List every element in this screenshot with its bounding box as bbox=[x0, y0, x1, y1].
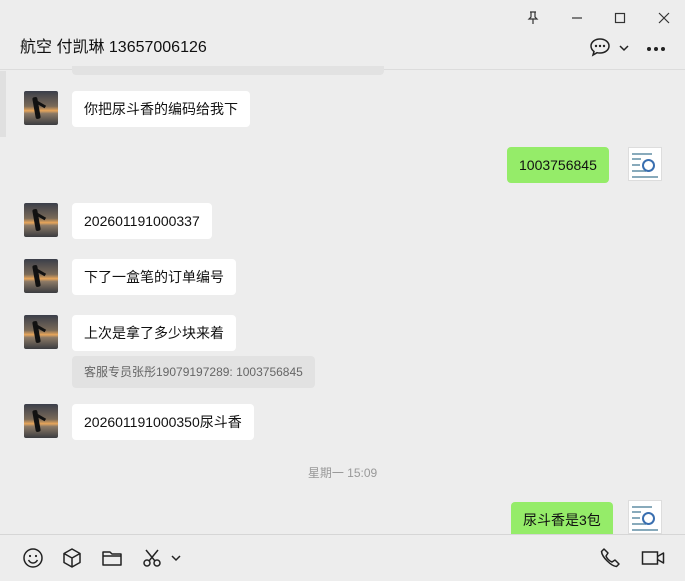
chevron-down-icon[interactable] bbox=[171, 554, 181, 562]
my-avatar[interactable] bbox=[628, 147, 662, 181]
left-edge-shadow bbox=[0, 71, 6, 137]
contact-avatar[interactable] bbox=[24, 404, 58, 438]
input-toolbar bbox=[0, 534, 685, 581]
more-icon[interactable] bbox=[646, 46, 666, 52]
phone-icon[interactable] bbox=[599, 547, 621, 569]
emoji-icon[interactable] bbox=[22, 547, 44, 569]
message-bubble-outgoing[interactable]: 1003756845 bbox=[507, 147, 609, 183]
video-icon[interactable] bbox=[641, 547, 665, 569]
scissors-icon[interactable] bbox=[141, 547, 163, 569]
chevron-down-icon[interactable] bbox=[619, 44, 629, 52]
message-bubble-outgoing[interactable]: 尿斗香是3包 bbox=[511, 502, 613, 538]
contact-avatar[interactable] bbox=[24, 315, 58, 349]
contact-avatar[interactable] bbox=[24, 203, 58, 237]
message-bubble[interactable]: 202601191000337 bbox=[72, 203, 212, 239]
folder-icon[interactable] bbox=[101, 547, 123, 569]
previous-message-bubble bbox=[72, 66, 384, 75]
chat-bubble-icon[interactable] bbox=[589, 37, 611, 57]
timestamp: 星期一 15:09 bbox=[307, 466, 378, 480]
chat-title: 航空 付凯琳 13657006126 bbox=[20, 39, 207, 56]
maximize-icon[interactable] bbox=[609, 8, 631, 28]
minimize-icon[interactable] bbox=[566, 8, 588, 28]
message-bubble[interactable]: 上次是拿了多少块来着 bbox=[72, 315, 236, 351]
close-icon[interactable] bbox=[653, 8, 675, 28]
pin-icon[interactable] bbox=[522, 8, 544, 28]
message-bubble[interactable]: 你把尿斗香的编码给我下 bbox=[72, 91, 250, 127]
contact-avatar[interactable] bbox=[24, 91, 58, 125]
message-bubble[interactable]: 202601191000350尿斗香 bbox=[72, 404, 254, 440]
my-avatar[interactable] bbox=[628, 500, 662, 534]
quoted-message[interactable]: 客服专员张彤19079197289: 1003756845 bbox=[72, 356, 315, 388]
package-icon[interactable] bbox=[61, 547, 83, 569]
message-bubble[interactable]: 下了一盒笔的订单编号 bbox=[72, 259, 236, 295]
contact-avatar[interactable] bbox=[24, 259, 58, 293]
chat-header: 航空 付凯琳 13657006126 bbox=[0, 0, 685, 70]
